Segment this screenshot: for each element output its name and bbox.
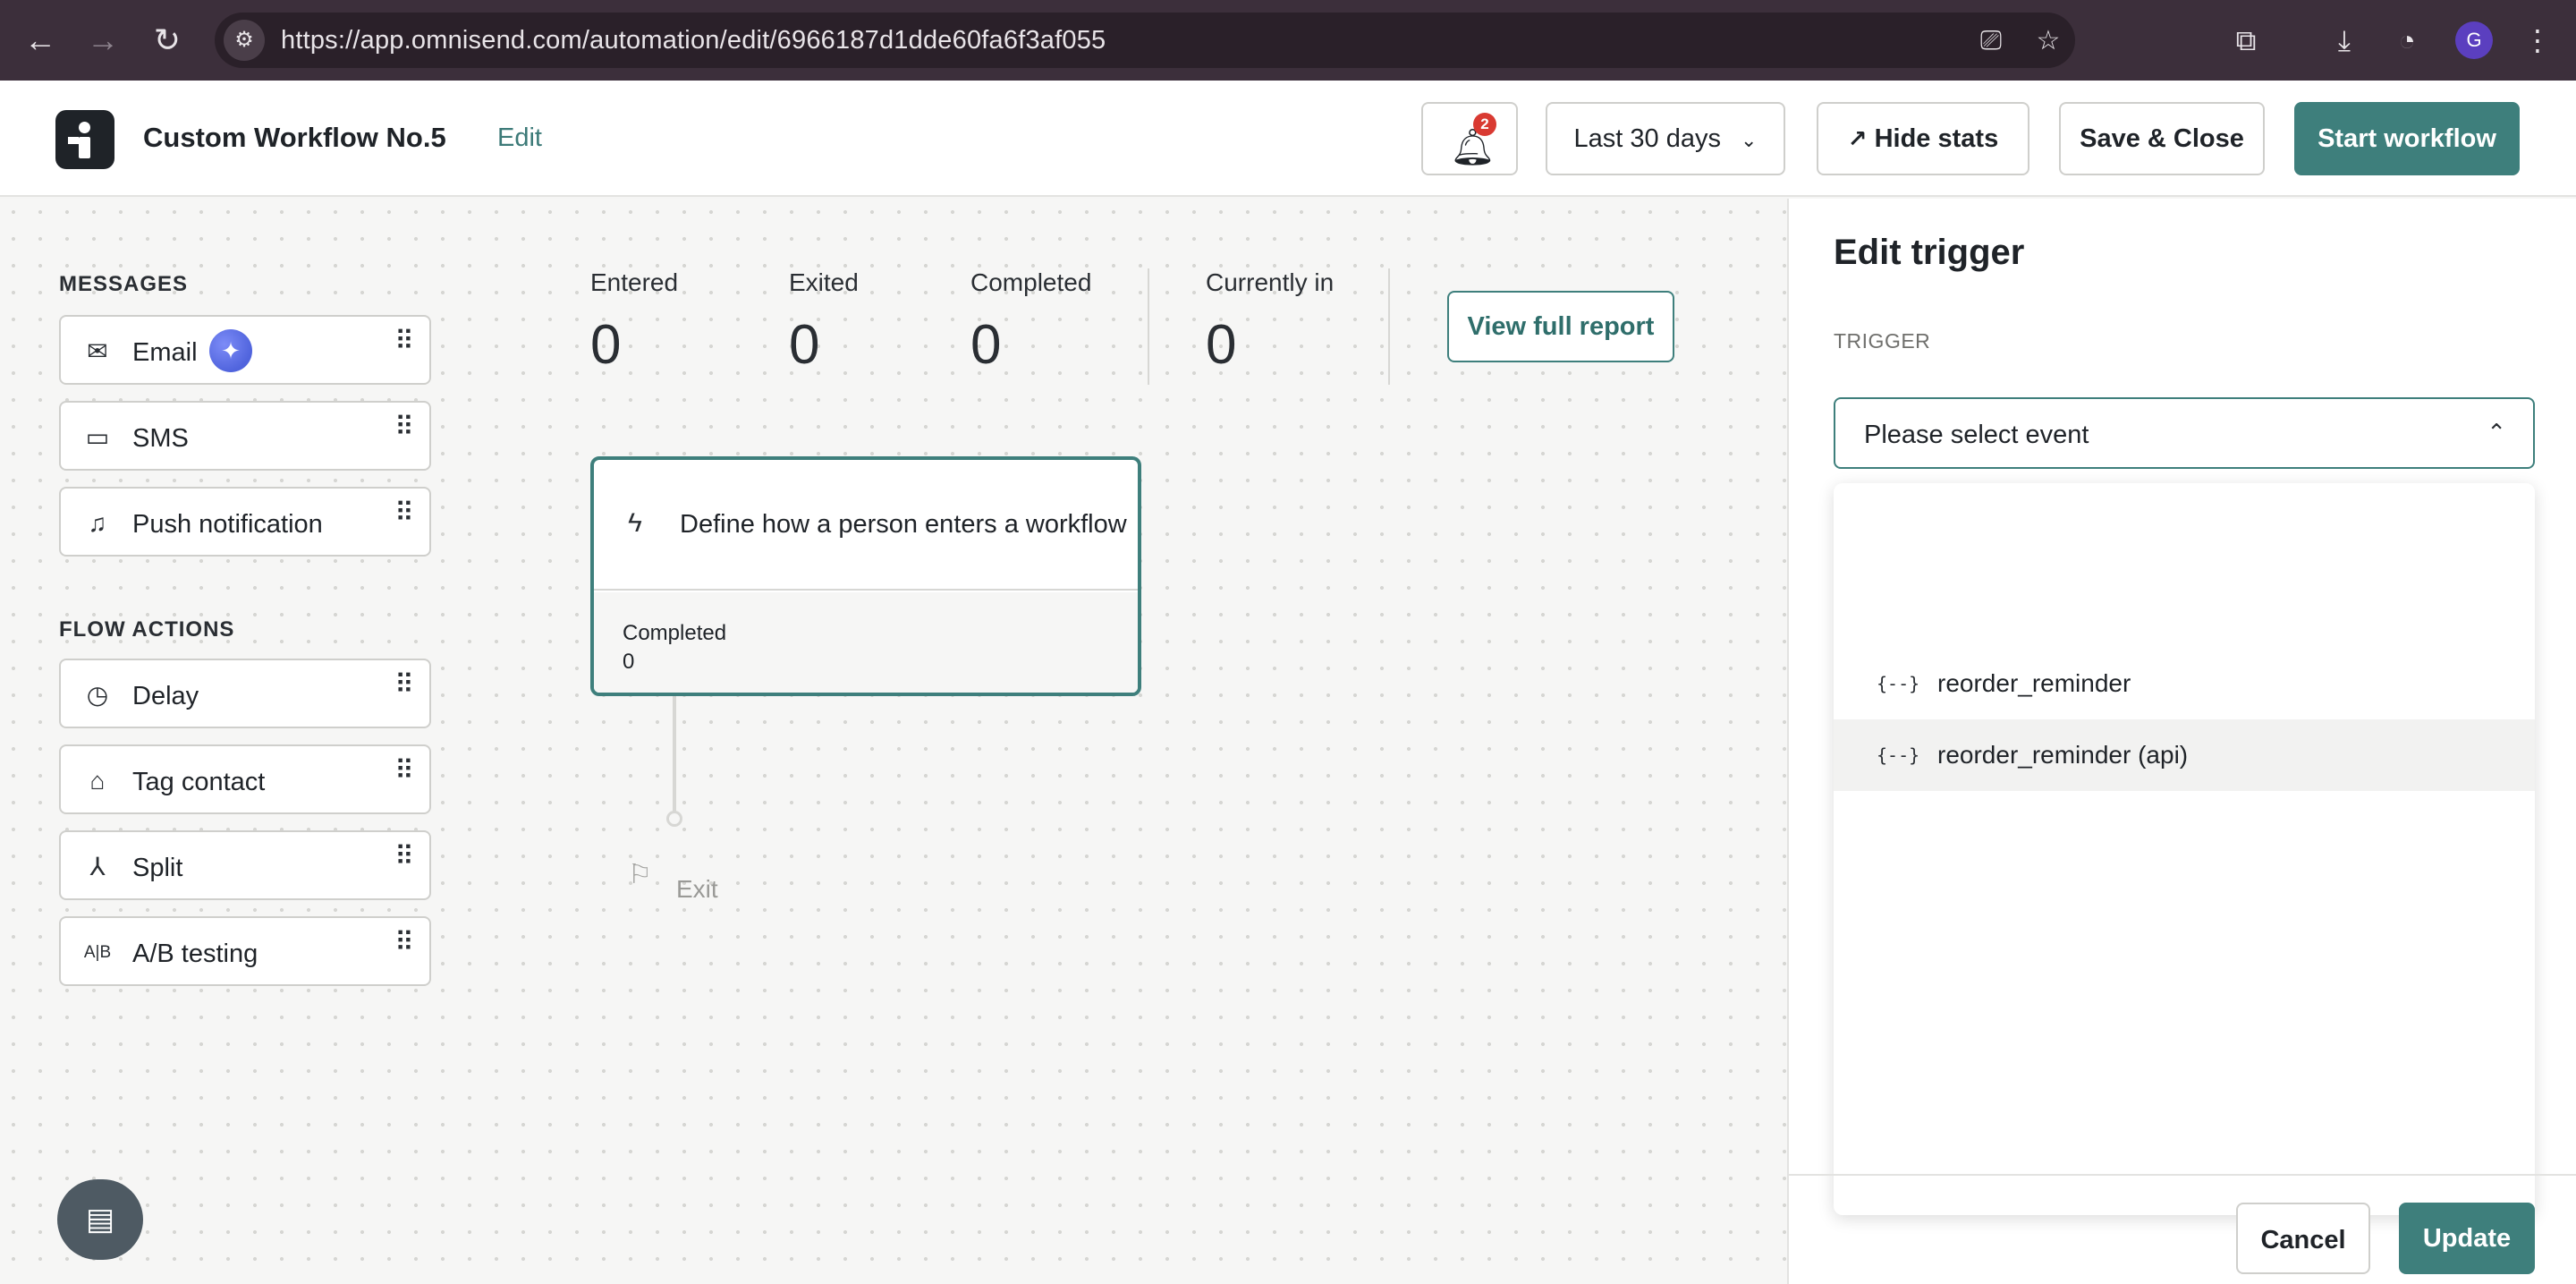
event-option[interactable]: {--} reorder_reminder (api)	[1834, 719, 2535, 791]
date-range-select[interactable]: Last 30 days ⌄	[1546, 102, 1785, 175]
chevron-up-icon: ⌃	[2487, 419, 2506, 446]
split-icon: ⅄	[89, 853, 106, 880]
palette-split[interactable]: ⅄ Split ⠿	[59, 830, 431, 900]
view-full-report-button[interactable]: View full report	[1447, 291, 1674, 362]
drag-handle-icon[interactable]: ⠿	[394, 844, 414, 871]
save-close-button[interactable]: Save & Close	[2059, 102, 2265, 175]
palette-email[interactable]: ✉ Email ✦ ⠿	[59, 315, 431, 385]
drag-handle-icon[interactable]: ⠿	[394, 930, 414, 957]
download-icon[interactable]: ⤓	[2324, 20, 2365, 61]
stat-entered: Entered 0	[590, 268, 679, 376]
lightning-icon: ϟ	[628, 508, 642, 538]
panel-footer-divider	[1789, 1174, 2576, 1176]
app-header: Custom Workflow No.5 Edit 🔔︎ 2 Last 30 d…	[0, 81, 2576, 197]
custom-event-icon: {--}	[1877, 673, 1920, 694]
exit-label: Exit	[676, 875, 718, 903]
event-dropdown[interactable]: {--} reorder_reminder {--} reorder_remin…	[1834, 483, 2535, 1215]
address-bar[interactable]: ⚙ https://app.omnisend.com/automation/ed…	[215, 13, 2075, 68]
ab-icon: A|B	[83, 943, 112, 962]
drag-handle-icon[interactable]: ⠿	[394, 758, 414, 785]
flag-icon: ⚐	[628, 860, 652, 889]
back-arrow-icon[interactable]: ←	[20, 20, 61, 61]
stats-divider	[1388, 268, 1390, 385]
edit-title-link[interactable]: Edit	[497, 123, 542, 153]
workflow-title: Custom Workflow No.5	[143, 122, 446, 153]
chat-icon: ▤	[85, 1203, 115, 1237]
stat-completed: Completed 0	[970, 268, 1092, 376]
url-text[interactable]: https://app.omnisend.com/automation/edit…	[281, 26, 1106, 55]
hide-stats-button[interactable]: ↗ Hide stats	[1817, 102, 2029, 175]
install-app-icon[interactable]: ⎚	[1973, 23, 2009, 59]
tag-icon: ⌂	[89, 767, 106, 795]
palette-sms[interactable]: ▭ SMS ⠿	[59, 401, 431, 471]
trigger-completed-value: 0	[623, 650, 635, 674]
forward-arrow-icon[interactable]: →	[82, 20, 123, 61]
reload-icon[interactable]: ↻	[147, 20, 188, 61]
connector-dot[interactable]	[666, 811, 682, 827]
support-chat-button[interactable]: ▤	[57, 1179, 143, 1260]
palette-delay[interactable]: ◷ Delay ⠿	[59, 659, 431, 728]
palette-tag-contact[interactable]: ⌂ Tag contact ⠿	[59, 744, 431, 814]
extensions-icon[interactable]: ⧉	[2225, 20, 2267, 61]
mail-icon: ✉	[87, 337, 108, 365]
palette-push-notification[interactable]: ♫ Push notification ⠿	[59, 487, 431, 557]
bell-icon: ♫	[88, 509, 107, 537]
star-icon[interactable]: ☆	[2030, 23, 2066, 59]
stats-divider	[1148, 268, 1149, 385]
stat-exited: Exited 0	[789, 268, 859, 376]
panel-title: Edit trigger	[1834, 233, 2025, 272]
event-option[interactable]: {--} reorder_reminder	[1834, 648, 2535, 719]
palette-ab-testing[interactable]: A|B A/B testing ⠿	[59, 916, 431, 986]
flow-actions-section-title: FLOW ACTIONS	[59, 617, 235, 642]
drag-handle-icon[interactable]: ⠿	[394, 500, 414, 527]
performance-icon[interactable]: ◔	[2386, 20, 2428, 61]
trigger-completed-label: Completed	[623, 621, 727, 645]
drag-handle-icon[interactable]: ⠿	[394, 672, 414, 699]
cancel-button[interactable]: Cancel	[2236, 1203, 2370, 1274]
browser-toolbar: ← → ↻ ⚙ https://app.omnisend.com/automat…	[0, 0, 2576, 81]
workflow-canvas[interactable]: MESSAGES ✉ Email ✦ ⠿ ▭ SMS ⠿ ♫ Push noti…	[0, 199, 1787, 1284]
date-range-label: Last 30 days	[1573, 124, 1721, 153]
drag-handle-icon[interactable]: ⠿	[394, 414, 414, 441]
custom-event-icon: {--}	[1877, 744, 1920, 766]
ai-sparkle-icon: ✦	[209, 329, 252, 372]
chat-bubble-icon: ▭	[85, 423, 110, 451]
trend-icon: ↗	[1847, 125, 1868, 152]
notifications-button[interactable]: 🔔︎ 2	[1421, 102, 1518, 175]
drag-handle-icon[interactable]: ⠿	[394, 328, 414, 355]
event-select-placeholder: Please select event	[1864, 421, 2089, 449]
notification-badge: 2	[1473, 113, 1496, 136]
menu-dots-icon[interactable]: ⋮	[2517, 20, 2558, 61]
update-button[interactable]: Update	[2399, 1203, 2535, 1274]
site-settings-icon[interactable]: ⚙	[224, 20, 265, 61]
trigger-node-text: Define how a person enters a workflow	[680, 510, 1127, 539]
messages-section-title: MESSAGES	[59, 272, 189, 296]
clock-icon: ◷	[86, 681, 109, 709]
flow-connector	[673, 696, 676, 814]
start-workflow-button[interactable]: Start workflow	[2294, 102, 2520, 175]
trigger-node[interactable]: ϟ Define how a person enters a workflow …	[590, 456, 1141, 696]
profile-avatar[interactable]: G	[2455, 21, 2493, 59]
omnisend-logo[interactable]	[55, 110, 114, 169]
trigger-field-label: TRIGGER	[1834, 329, 1931, 353]
edit-trigger-panel: Edit trigger TRIGGER Please select event…	[1787, 199, 2576, 1284]
chevron-down-icon: ⌄	[1741, 129, 1758, 151]
stat-currently-in: Currently in 0	[1206, 268, 1335, 376]
event-select[interactable]: Please select event ⌃	[1834, 397, 2535, 469]
